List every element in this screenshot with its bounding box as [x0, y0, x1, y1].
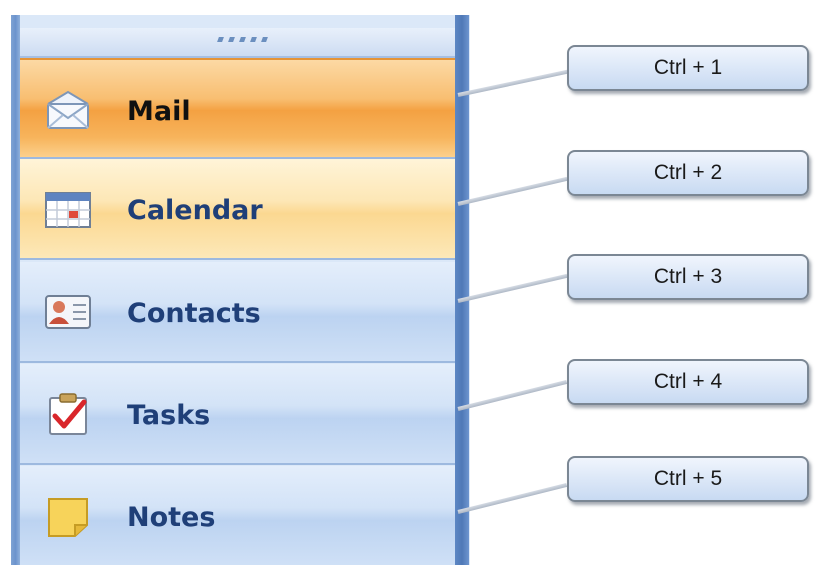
callout-connector-5	[457, 482, 568, 514]
shortcut-callout-notes: Ctrl + 5	[567, 456, 809, 502]
nav-button-notes[interactable]: Notes	[20, 466, 455, 565]
shortcut-callout-calendar: Ctrl + 2	[567, 150, 809, 196]
nav-label-mail: Mail	[127, 96, 191, 127]
shortcut-callout-contacts: Ctrl + 3	[567, 254, 809, 300]
envelope-icon	[42, 88, 94, 132]
nav-label-contacts: Contacts	[127, 298, 261, 329]
shortcut-text: Ctrl + 2	[653, 161, 723, 184]
nav-label-tasks: Tasks	[127, 400, 211, 431]
clipboard-check-icon	[42, 392, 94, 436]
nav-button-contacts[interactable]: Contacts	[20, 262, 455, 363]
outlook-navigation-shortcuts: Mail Calendar Contacts Tasks Notes Ctrl …	[0, 0, 821, 565]
callout-connector-1	[457, 69, 568, 97]
nav-button-tasks[interactable]: Tasks	[20, 364, 455, 465]
nav-label-notes: Notes	[127, 502, 216, 533]
pane-resize-grip[interactable]	[20, 28, 455, 58]
shortcut-callout-mail: Ctrl + 1	[567, 45, 809, 91]
pane-right-border	[455, 15, 469, 565]
nav-label-calendar: Calendar	[127, 195, 263, 226]
shortcut-text: Ctrl + 1	[653, 56, 723, 79]
sticky-note-icon	[42, 494, 94, 538]
callout-connector-4	[457, 379, 568, 411]
calendar-icon	[42, 187, 94, 231]
pane-left-border	[11, 15, 20, 565]
shortcut-text: Ctrl + 5	[653, 467, 723, 490]
shortcut-callout-tasks: Ctrl + 4	[567, 359, 809, 405]
grip-dots-icon	[217, 37, 288, 47]
callout-connector-3	[457, 273, 568, 303]
callout-connector-2	[457, 176, 568, 206]
nav-button-calendar[interactable]: Calendar	[20, 159, 455, 260]
contact-card-icon	[42, 290, 94, 334]
shortcut-text: Ctrl + 4	[653, 370, 723, 393]
nav-button-mail[interactable]: Mail	[20, 58, 455, 159]
shortcut-text: Ctrl + 3	[653, 265, 723, 288]
